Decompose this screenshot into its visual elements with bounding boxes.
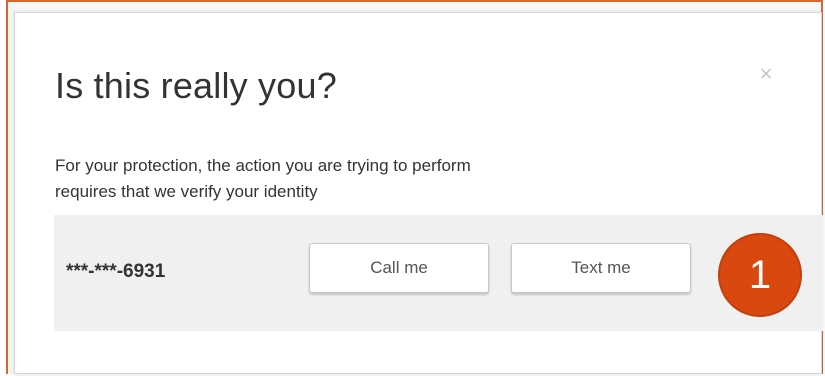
call-me-button[interactable]: Call me — [309, 243, 489, 293]
step-number-badge: 1 — [718, 233, 802, 317]
verification-panel: ***-***-6931 Call me Text me 1 — [54, 215, 823, 331]
close-icon[interactable]: × — [755, 63, 777, 85]
dialog-description: For your protection, the action you are … — [55, 153, 655, 205]
verify-identity-dialog: Is this really you? × For your protectio… — [14, 12, 823, 374]
description-line-2: requires that we verify your identity — [55, 182, 318, 201]
text-me-button[interactable]: Text me — [511, 243, 691, 293]
description-line-1: For your protection, the action you are … — [55, 156, 471, 175]
masked-phone-number: ***-***-6931 — [66, 261, 166, 282]
dialog-title: Is this really you? — [55, 65, 337, 106]
